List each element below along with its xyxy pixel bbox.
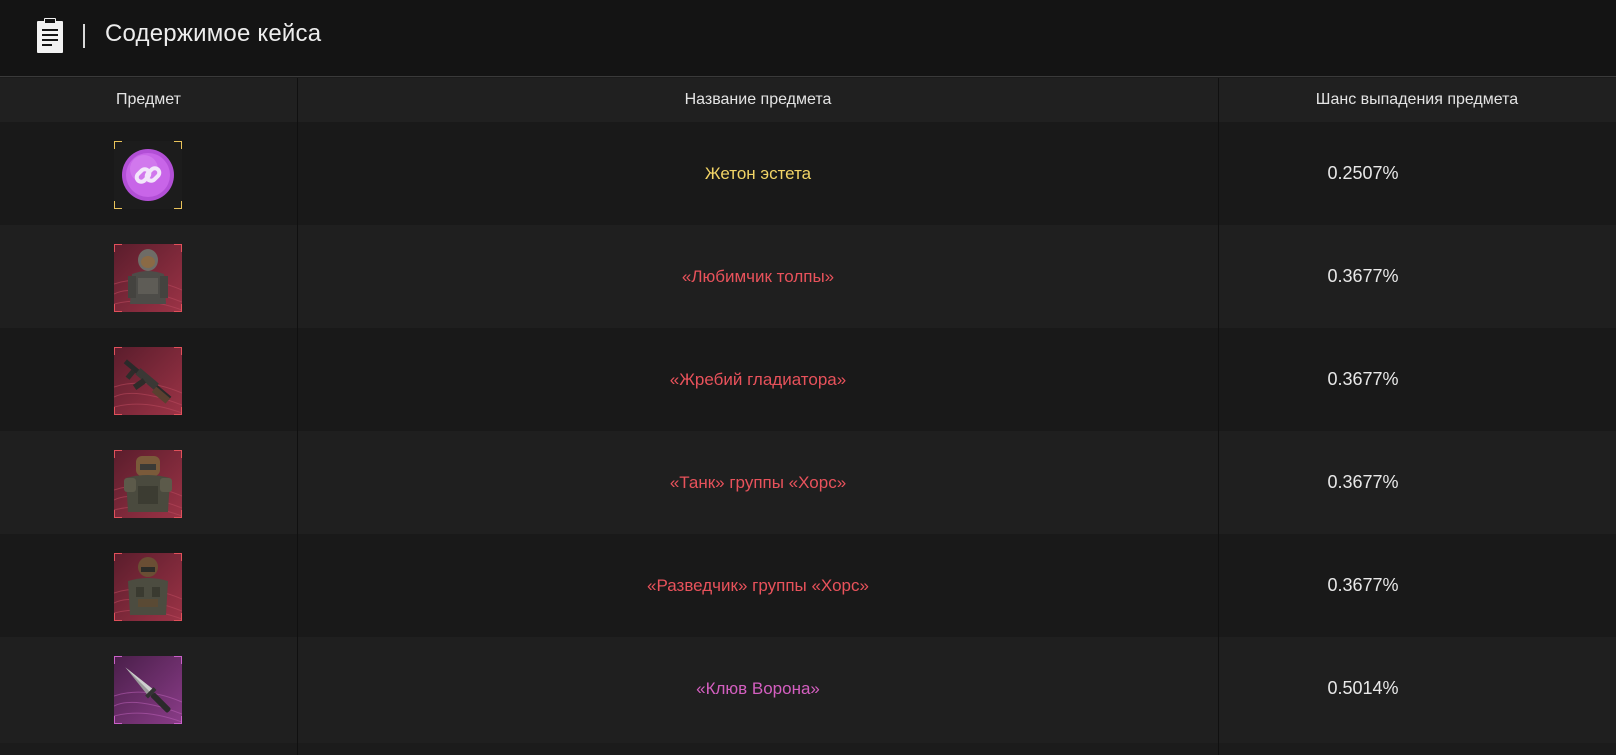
rarity-frame-corner (174, 141, 182, 149)
drop-chance: 0.2507% (1327, 163, 1399, 183)
item-name: «Жребий гладиатора» (669, 370, 847, 389)
table-row: «Жребий гладиатора» 0.3677% (0, 328, 1616, 434)
rarity-frame-corner (114, 407, 122, 415)
rarity-frame-corner (174, 407, 182, 415)
drop-chance: 0.3677% (1327, 575, 1399, 595)
table-row: «Разведчик» группы «Хорс» 0.3677% (0, 534, 1616, 640)
item-name: «Разведчик» группы «Хорс» (647, 576, 869, 595)
column-header-chance: Шанс выпадения предмета (1315, 91, 1519, 108)
rarity-frame-corner (174, 716, 182, 724)
item-name: «Танк» группы «Хорс» (669, 473, 847, 492)
combat-knife-icon (114, 656, 182, 724)
rarity-frame-corner (114, 553, 122, 561)
drop-chance: 0.5014% (1327, 678, 1399, 698)
drop-chance: 0.3677% (1327, 369, 1399, 389)
header-separator (83, 24, 85, 48)
clipboard-icon (37, 18, 63, 53)
rarity-frame-corner (174, 656, 182, 664)
rarity-frame-corner (114, 510, 122, 518)
item-name: «Клюв Ворона» (696, 679, 820, 698)
rarity-frame-corner (114, 304, 122, 312)
drop-chance: 0.3677% (1327, 266, 1399, 286)
scout-soldier-icon (114, 553, 182, 621)
rarity-frame-corner (114, 201, 122, 209)
table-row: «Танк» группы «Хорс» 0.3677% (0, 431, 1616, 537)
rarity-frame-corner (174, 201, 182, 209)
purple-token-chain-icon (114, 141, 182, 209)
table-row: «Клюв Ворона» 0.5014% (0, 637, 1616, 743)
page-header: Содержимое кейса (0, 0, 1616, 77)
rarity-frame-corner (174, 553, 182, 561)
table-header: Предмет Название предмета Шанс выпадения… (0, 78, 1616, 122)
rarity-frame-corner (114, 716, 122, 724)
column-divider (297, 78, 298, 755)
rarity-frame-corner (114, 347, 122, 355)
assault-rifle-icon (114, 347, 182, 415)
rarity-frame-corner (114, 450, 122, 458)
rarity-frame-corner (174, 613, 182, 621)
rarity-frame-corner (174, 244, 182, 252)
item-name: «Любимчик толпы» (681, 267, 835, 286)
column-divider (1218, 78, 1219, 755)
page-title: Содержимое кейса (105, 20, 322, 47)
rarity-frame-corner (174, 347, 182, 355)
rarity-frame-corner (114, 244, 122, 252)
table-row: Жетон эстета 0.2507% (0, 122, 1616, 228)
column-header-name: Название предмета (684, 91, 832, 108)
column-header-item: Предмет (116, 91, 181, 108)
armored-soldier-icon (114, 244, 182, 312)
rarity-frame-corner (174, 304, 182, 312)
rarity-frame-corner (114, 141, 122, 149)
rarity-frame-corner (174, 450, 182, 458)
heavy-armor-soldier-icon (114, 450, 182, 518)
drop-chance: 0.3677% (1327, 472, 1399, 492)
rarity-frame-corner (174, 510, 182, 518)
item-name: Жетон эстета (704, 164, 812, 183)
case-contents-table: Предмет Название предмета Шанс выпадения… (0, 78, 1616, 755)
rarity-frame-corner (114, 656, 122, 664)
table-row: «Любимчик толпы» 0.3677% (0, 225, 1616, 331)
rarity-frame-corner (114, 613, 122, 621)
